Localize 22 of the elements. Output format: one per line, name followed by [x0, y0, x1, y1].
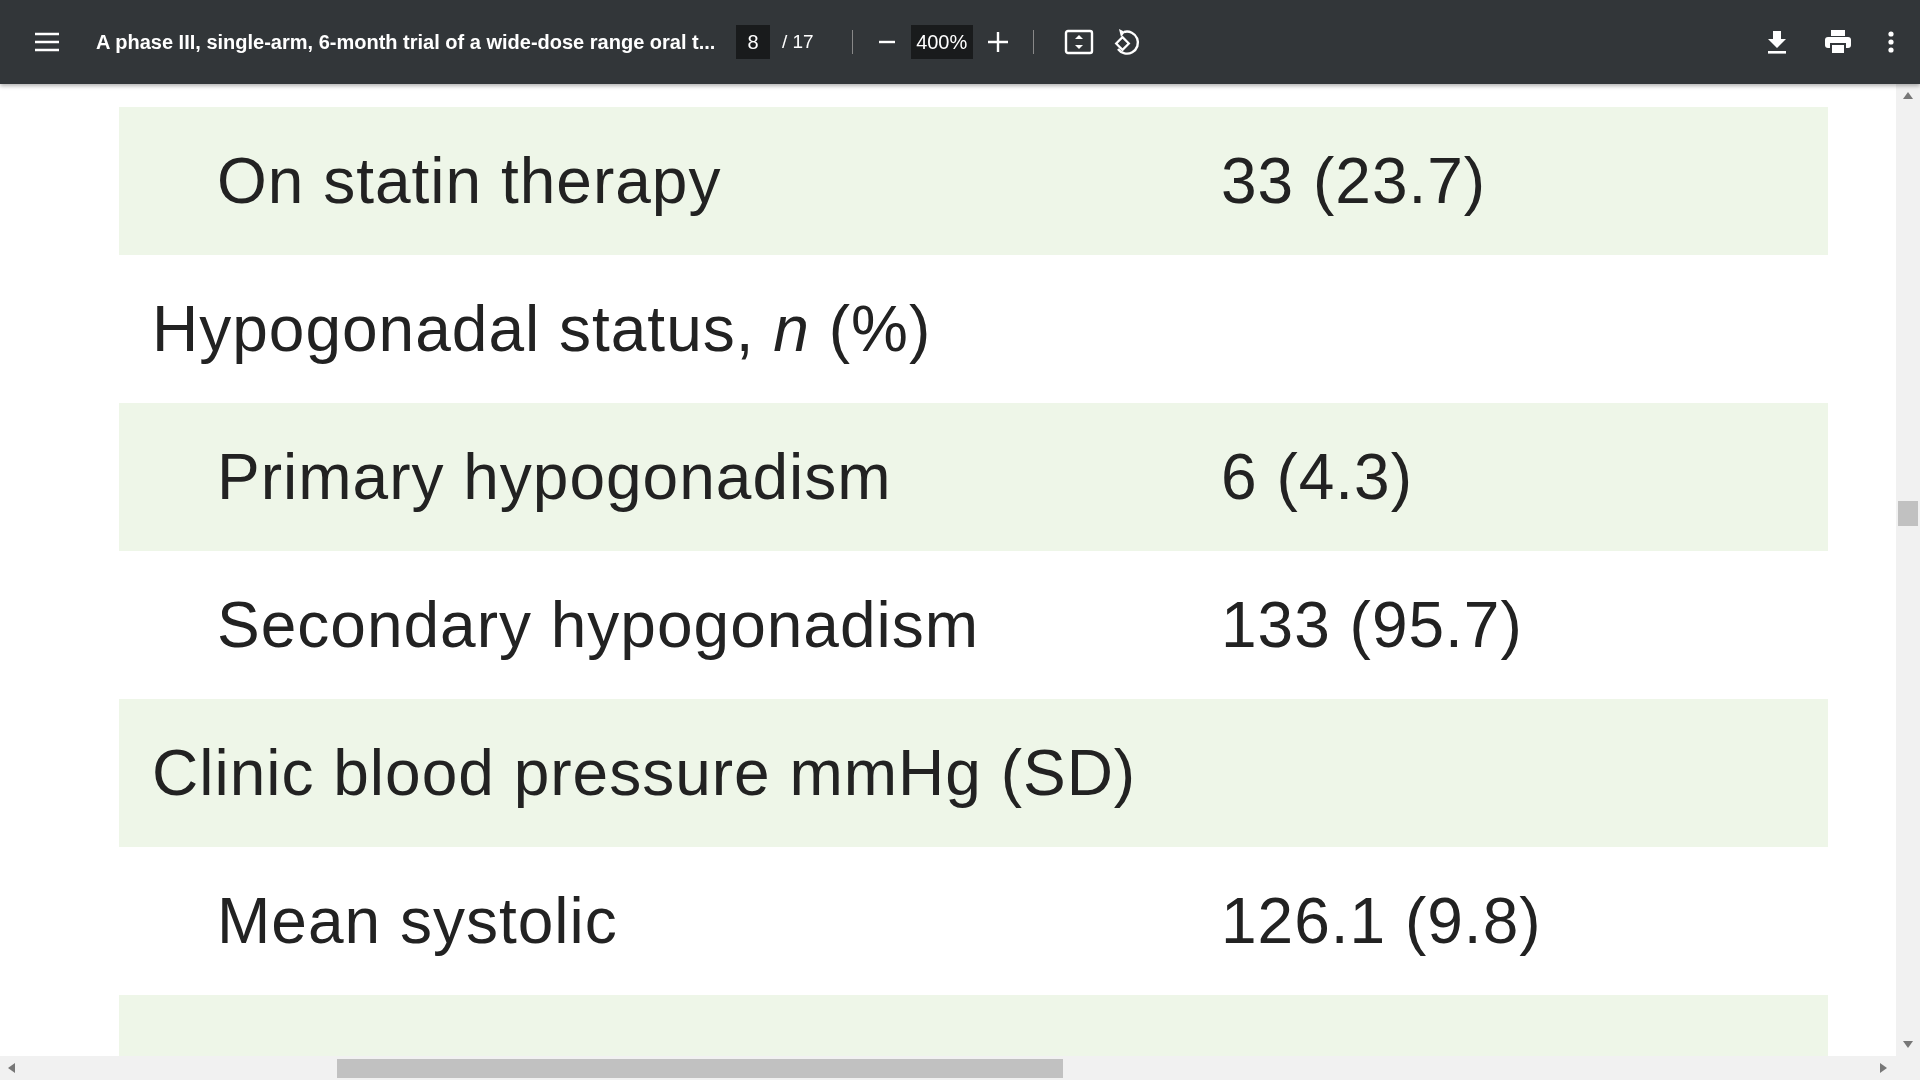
- page-total: / 17: [782, 31, 814, 53]
- row-label: Primary hypogonadism: [216, 440, 893, 514]
- scroll-up-icon[interactable]: [1903, 92, 1913, 99]
- page-number-field[interactable]: 8: [736, 25, 770, 59]
- section-heading: Hypogonadal status, n (%): [151, 292, 933, 366]
- row-value: 126.1 (9.8): [1221, 884, 1542, 958]
- row-label: On statin therapy: [216, 144, 723, 218]
- zoom-field[interactable]: 400%: [910, 25, 973, 59]
- scroll-down-icon[interactable]: [1903, 1041, 1913, 1048]
- vertical-scrollbar[interactable]: [1896, 84, 1920, 1056]
- section-heading: Clinic blood pressure mmHg (SD): [151, 736, 1138, 810]
- horizontal-scrollbar[interactable]: [0, 1056, 1920, 1080]
- row-label: Secondary hypogonadism: [216, 588, 981, 662]
- scrollbar-thumb[interactable]: [1898, 501, 1918, 526]
- scroll-left-icon[interactable]: [8, 1063, 15, 1073]
- document-title: A phase III, single-arm, 6-month trial of a wide-dose range oral t...: [96, 30, 717, 54]
- scrollbar-thumb[interactable]: [337, 1059, 1063, 1078]
- row-label: Mean systolic: [216, 884, 619, 958]
- row-value: 6 (4.3): [1221, 440, 1413, 514]
- row-value: 33 (23.7): [1221, 144, 1487, 218]
- row-value: 133 (95.7): [1221, 588, 1523, 662]
- scroll-right-icon[interactable]: [1880, 1063, 1887, 1073]
